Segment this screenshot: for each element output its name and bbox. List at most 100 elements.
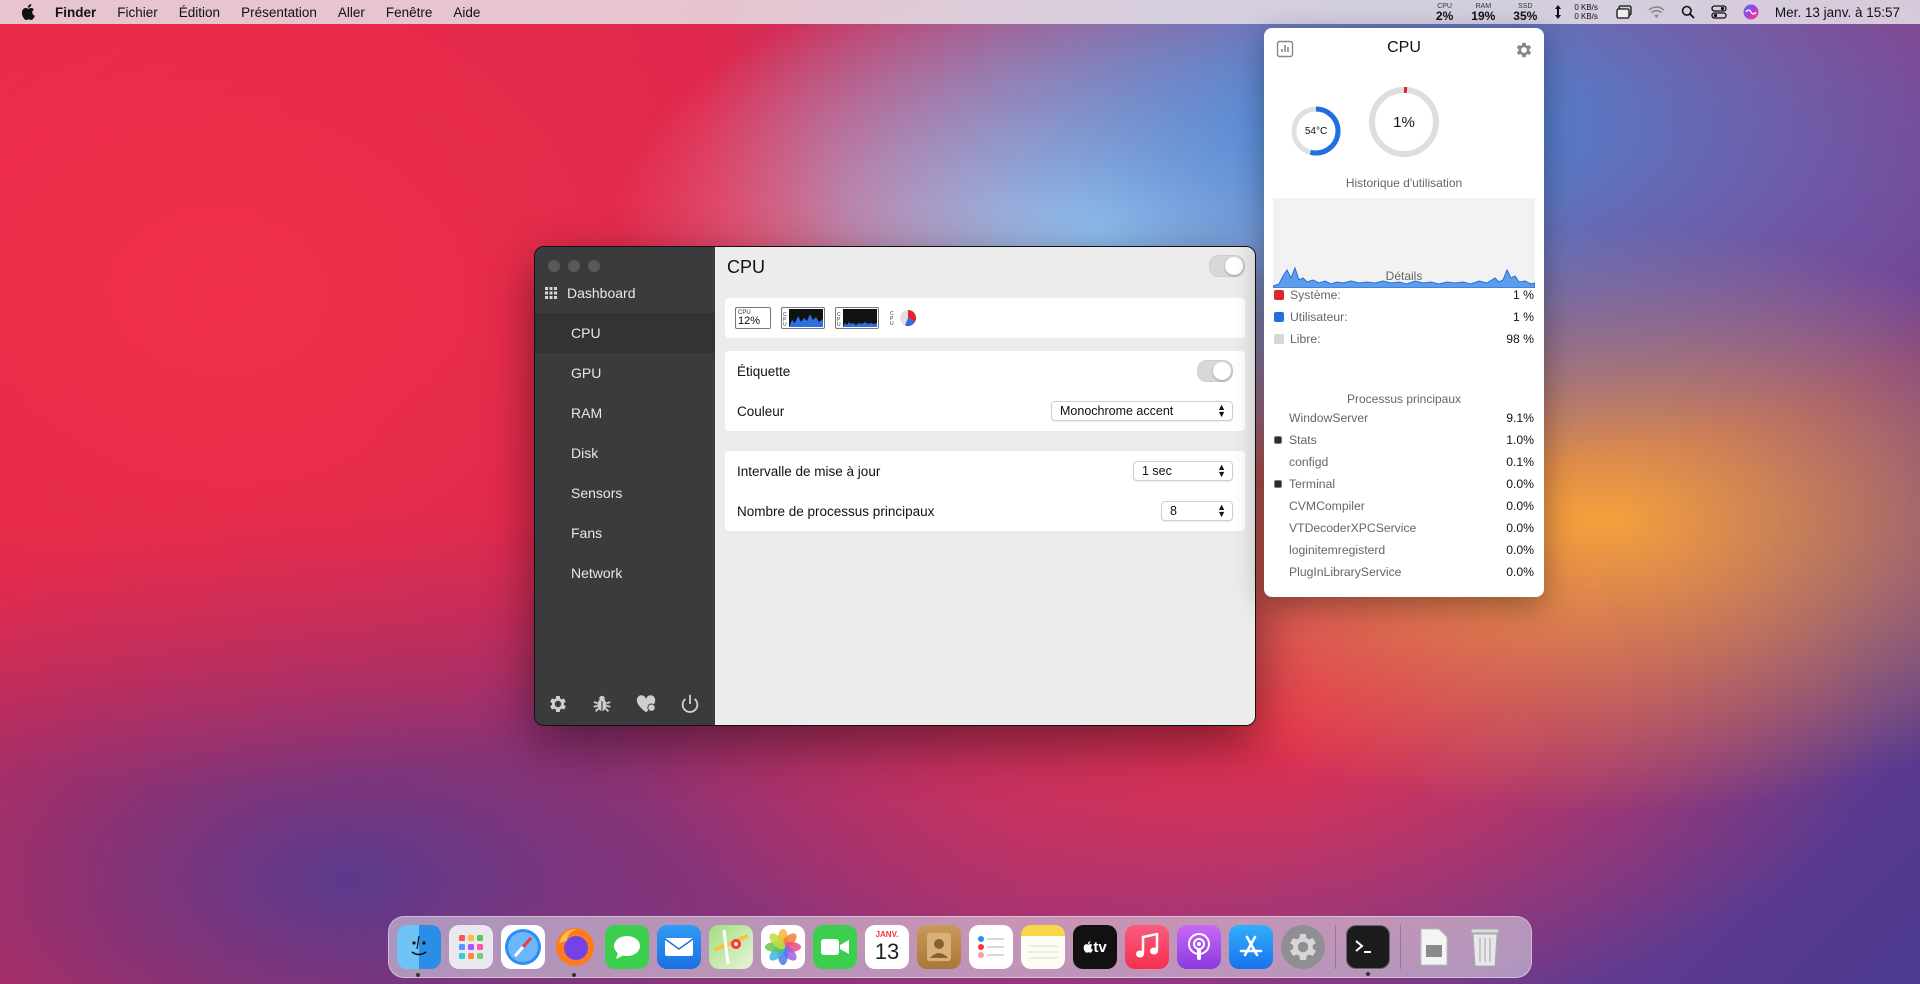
- widget-bar-chart[interactable]: CPU: [835, 307, 879, 329]
- sidebar-item-gpu[interactable]: GPU: [535, 353, 715, 393]
- minimize-window-button[interactable]: [568, 260, 580, 272]
- color-select[interactable]: Monochrome accent ▲ ▼: [1051, 401, 1233, 421]
- menubar-clock[interactable]: Mer. 13 janv. à 15:57: [1775, 5, 1900, 20]
- power-icon[interactable]: [679, 693, 701, 715]
- settings-gear-icon[interactable]: [1514, 40, 1534, 60]
- detail-row-user: Utilisateur: 1 %: [1274, 306, 1534, 328]
- menu-presentation[interactable]: Présentation: [241, 5, 317, 20]
- facetime-icon[interactable]: [813, 925, 857, 969]
- apple-menu-icon[interactable]: [21, 4, 35, 20]
- spotlight-search-icon[interactable]: [1681, 5, 1695, 19]
- menu-fenetre[interactable]: Fenêtre: [386, 5, 433, 20]
- network-arrows-icon[interactable]: [1554, 4, 1562, 20]
- menubar-ssd-stat[interactable]: SSD 35%: [1513, 3, 1537, 22]
- dock-separator: [1335, 925, 1336, 969]
- settings-main-panel: CPU CPU 12% CPU CPU CPU Étiquette Couleu…: [715, 247, 1255, 725]
- label-toggle[interactable]: [1197, 360, 1233, 382]
- top-processes-row: Nombre de processus principaux 8 ▲ ▼: [725, 491, 1245, 531]
- process-name: Terminal: [1289, 477, 1336, 491]
- detail-row-free: Libre: 98 %: [1274, 328, 1534, 350]
- menubar-cpu-stat[interactable]: CPU 2%: [1436, 3, 1453, 22]
- sidebar-item-dashboard[interactable]: Dashboard: [545, 285, 636, 301]
- close-window-button[interactable]: [548, 260, 560, 272]
- widget-line-chart[interactable]: CPU: [781, 307, 825, 329]
- siri-icon[interactable]: [1743, 4, 1759, 20]
- window-overview-icon[interactable]: [1616, 5, 1632, 19]
- menu-aller[interactable]: Aller: [338, 5, 365, 20]
- preview-icon[interactable]: [1411, 925, 1455, 969]
- safari-icon[interactable]: [501, 925, 545, 969]
- process-value: 9.1%: [1506, 411, 1534, 425]
- menu-aide[interactable]: Aide: [453, 5, 480, 20]
- cpu-usage-gauge: 1%: [1369, 87, 1439, 157]
- sidebar-item-ram[interactable]: RAM: [535, 393, 715, 433]
- detail-label: Utilisateur:: [1290, 310, 1348, 324]
- menubar-network-stat[interactable]: 0 KB/s 0 KB/s: [1574, 3, 1598, 21]
- sidebar-item-disk[interactable]: Disk: [535, 433, 715, 473]
- notes-icon[interactable]: [1021, 925, 1065, 969]
- menu-bar: Finder Fichier Édition Présentation Alle…: [0, 0, 1920, 24]
- launchpad-icon[interactable]: [449, 925, 493, 969]
- mail-icon[interactable]: [657, 925, 701, 969]
- menubar-ram-stat[interactable]: RAM 19%: [1471, 3, 1495, 22]
- app-store-icon[interactable]: [1229, 925, 1273, 969]
- gear-icon[interactable]: [547, 693, 569, 715]
- zoom-window-button[interactable]: [588, 260, 600, 272]
- music-icon[interactable]: [1125, 925, 1169, 969]
- reminders-icon[interactable]: [969, 925, 1013, 969]
- process-row: CVMCompiler 0.0%: [1274, 495, 1534, 517]
- sidebar-item-sensors[interactable]: Sensors: [535, 473, 715, 513]
- sidebar-dashboard-label: Dashboard: [567, 285, 636, 301]
- messages-icon[interactable]: [605, 925, 649, 969]
- photos-icon[interactable]: [761, 925, 805, 969]
- menu-fichier[interactable]: Fichier: [117, 5, 158, 20]
- top-processes-select[interactable]: 8 ▲ ▼: [1161, 501, 1233, 521]
- network-upload-value: 0 KB/s: [1574, 3, 1598, 12]
- sidebar-item-cpu[interactable]: CPU: [535, 313, 715, 353]
- terminal-icon[interactable]: [1346, 925, 1390, 976]
- detail-value: 98 %: [1506, 332, 1534, 346]
- terminal-app-icon: [1274, 480, 1282, 488]
- module-enable-toggle[interactable]: [1209, 255, 1245, 277]
- firefox-icon[interactable]: [553, 925, 597, 977]
- maps-icon[interactable]: [709, 925, 753, 969]
- calendar-icon[interactable]: JANV. 13: [865, 925, 909, 969]
- sidebar-item-label: RAM: [571, 405, 603, 421]
- sidebar-item-label: GPU: [571, 365, 602, 381]
- apple-tv-label: tv: [1093, 938, 1107, 956]
- menu-app-name[interactable]: Finder: [55, 5, 96, 20]
- color-select-value: Monochrome accent: [1060, 404, 1174, 418]
- finder-icon[interactable]: [397, 925, 441, 977]
- dock-separator: [1400, 925, 1401, 969]
- donate-heart-icon[interactable]: [635, 693, 657, 715]
- podcasts-icon[interactable]: [1177, 925, 1221, 969]
- process-row: Terminal 0.0%: [1274, 473, 1534, 495]
- menu-edition[interactable]: Édition: [179, 5, 220, 20]
- process-row: PlugInLibraryService 0.0%: [1274, 561, 1534, 583]
- wifi-icon[interactable]: [1648, 5, 1665, 19]
- temperature-value: 54°C: [1305, 126, 1327, 137]
- bug-report-icon[interactable]: [591, 693, 613, 715]
- widget-pie-chart[interactable]: CPU: [889, 307, 921, 329]
- detail-label: Système:: [1290, 288, 1341, 302]
- process-name: configd: [1289, 455, 1329, 469]
- widget-cpu-value: 12%: [738, 314, 761, 327]
- trash-icon[interactable]: [1463, 925, 1507, 969]
- label-row: Étiquette: [725, 351, 1245, 391]
- sidebar-item-fans[interactable]: Fans: [535, 513, 715, 553]
- apple-tv-icon[interactable]: tv: [1073, 925, 1117, 969]
- sidebar-item-label: Sensors: [571, 485, 623, 501]
- contacts-icon[interactable]: [917, 925, 961, 969]
- system-preferences-icon[interactable]: [1281, 925, 1325, 969]
- process-name: VTDecoderXPCService: [1289, 521, 1417, 535]
- sidebar-item-label: Network: [571, 565, 623, 581]
- sidebar-item-network[interactable]: Network: [535, 553, 715, 593]
- interval-select[interactable]: 1 sec ▲ ▼: [1133, 461, 1233, 481]
- widget-mini-text[interactable]: CPU 12%: [735, 307, 771, 329]
- system-color-swatch: [1274, 290, 1284, 300]
- sidebar-item-label: CPU: [571, 325, 601, 341]
- process-row: Stats 1.0%: [1274, 429, 1534, 451]
- interval-select-value: 1 sec: [1142, 464, 1172, 478]
- detail-label: Libre:: [1290, 332, 1321, 346]
- control-center-icon[interactable]: [1711, 5, 1727, 19]
